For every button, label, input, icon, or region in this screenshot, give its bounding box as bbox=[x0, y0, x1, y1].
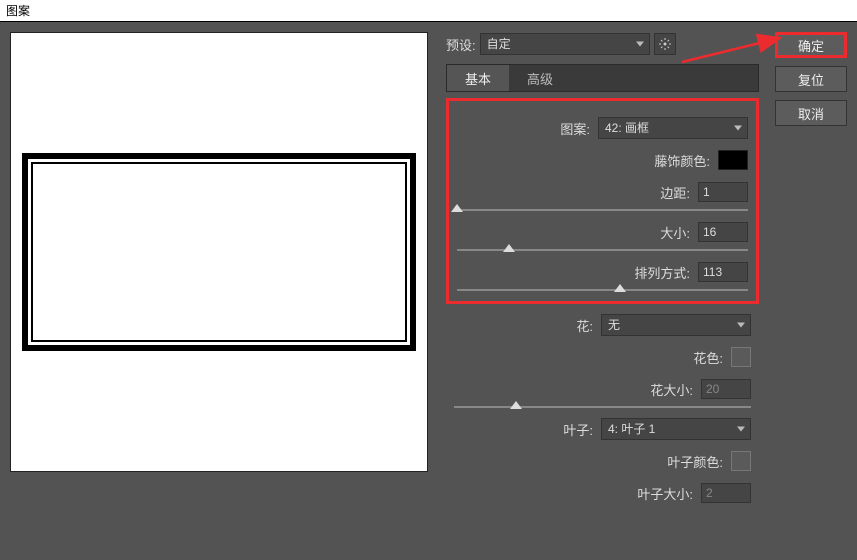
preset-label: 预设: bbox=[446, 35, 476, 54]
preset-row: 预设: 自定 bbox=[446, 32, 759, 56]
flower-size-label: 花大小: bbox=[650, 380, 693, 399]
leaf-label: 叶子: bbox=[563, 420, 593, 439]
pattern-select[interactable]: 42: 画框 bbox=[598, 117, 748, 139]
margin-slider[interactable] bbox=[457, 209, 748, 211]
window-title: 图案 bbox=[6, 4, 30, 18]
slider-thumb[interactable] bbox=[451, 204, 463, 212]
arrangement-label: 排列方式: bbox=[634, 263, 690, 282]
size-slider[interactable] bbox=[457, 249, 748, 251]
slider-thumb[interactable] bbox=[614, 284, 626, 292]
preset-menu-icon[interactable] bbox=[654, 33, 676, 55]
flower-size-input[interactable] bbox=[701, 379, 751, 399]
reset-button[interactable]: 复位 bbox=[775, 66, 847, 92]
preset-select[interactable]: 自定 bbox=[480, 33, 650, 55]
flower-color-swatch[interactable] bbox=[731, 347, 751, 367]
basic-panel-highlighted: 图案: 42: 画框 藤饰颜色: 边距: bbox=[446, 98, 759, 304]
leaf-size-input[interactable] bbox=[701, 483, 751, 503]
preview-canvas bbox=[10, 32, 428, 472]
preview-frame bbox=[22, 153, 416, 351]
settings-column: 预设: 自定 基本 高级 图案: bbox=[446, 32, 759, 550]
margin-label: 边距: bbox=[660, 183, 690, 202]
size-input[interactable] bbox=[698, 222, 748, 242]
tab-advanced[interactable]: 高级 bbox=[509, 65, 571, 91]
title-bar: 图案 bbox=[0, 0, 857, 22]
right-area: 预设: 自定 基本 高级 图案: bbox=[438, 22, 857, 560]
button-column: 确定 复位 取消 bbox=[775, 32, 847, 550]
leaf-select[interactable]: 4: 叶子 1 bbox=[601, 418, 751, 440]
flower-select[interactable]: 无 bbox=[601, 314, 751, 336]
slider-thumb[interactable] bbox=[503, 244, 515, 252]
leaf-color-swatch[interactable] bbox=[731, 451, 751, 471]
leaf-size-label: 叶子大小: bbox=[637, 484, 693, 503]
extra-controls: 花: 无 花色: 花大小: bbox=[446, 304, 759, 504]
vine-color-swatch[interactable] bbox=[718, 150, 748, 170]
cancel-button[interactable]: 取消 bbox=[775, 100, 847, 126]
tab-basic[interactable]: 基本 bbox=[447, 65, 509, 91]
dialog-window: 图案 预设: 自定 bbox=[0, 0, 857, 560]
size-label: 大小: bbox=[660, 223, 690, 242]
arrangement-input[interactable] bbox=[698, 262, 748, 282]
preview-panel bbox=[0, 22, 438, 560]
arrangement-slider[interactable] bbox=[457, 289, 748, 291]
flower-color-label: 花色: bbox=[693, 348, 723, 367]
flower-label: 花: bbox=[576, 316, 593, 335]
vine-color-label: 藤饰颜色: bbox=[654, 151, 710, 170]
tabs: 基本 高级 bbox=[446, 64, 759, 92]
main-area: 预设: 自定 基本 高级 图案: bbox=[0, 22, 857, 560]
flower-size-slider[interactable] bbox=[454, 406, 751, 408]
ok-button[interactable]: 确定 bbox=[775, 32, 847, 58]
margin-input[interactable] bbox=[698, 182, 748, 202]
leaf-color-label: 叶子颜色: bbox=[667, 452, 723, 471]
preview-frame-inner bbox=[31, 162, 407, 342]
pattern-label: 图案: bbox=[560, 119, 590, 138]
slider-thumb[interactable] bbox=[510, 401, 522, 409]
